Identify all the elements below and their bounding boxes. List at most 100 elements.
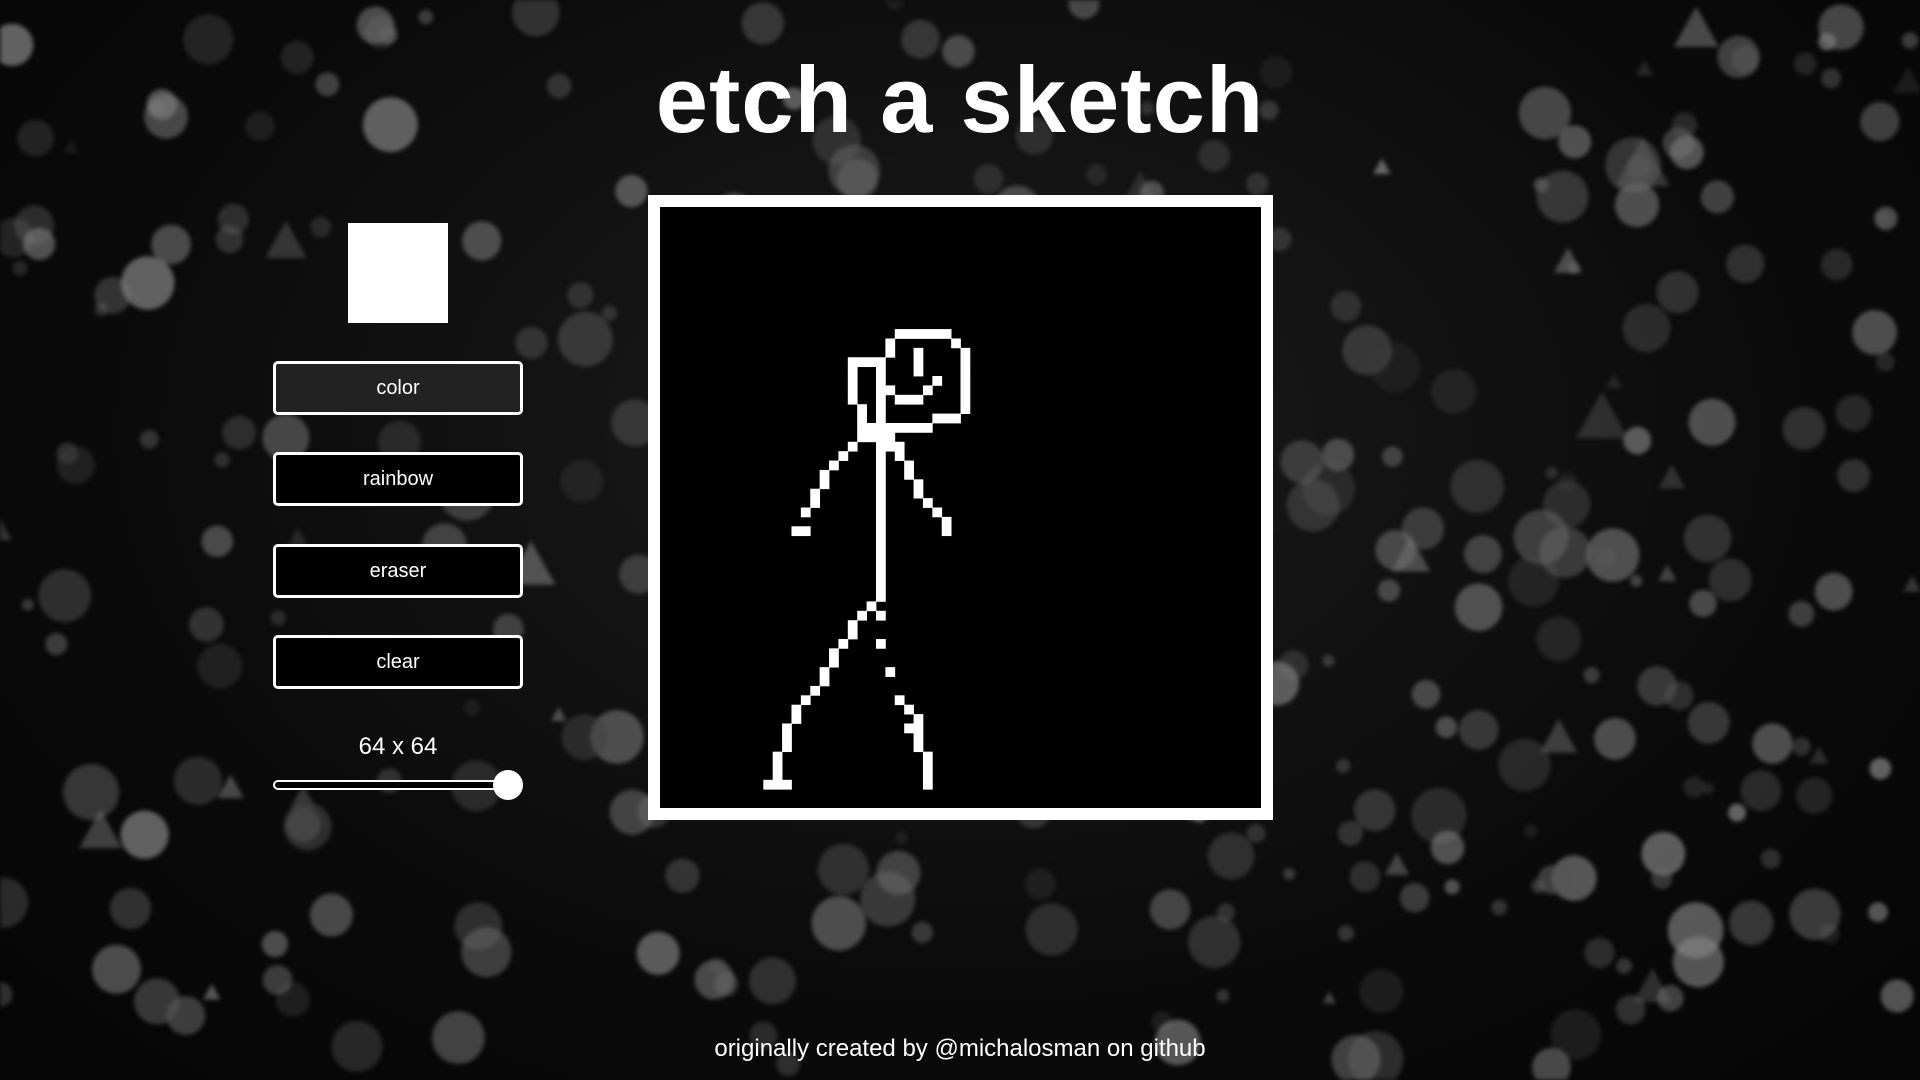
- painted-cell[interactable]: [857, 404, 867, 414]
- painted-cell[interactable]: [904, 394, 914, 405]
- painted-cell[interactable]: [847, 385, 858, 396]
- painted-cell[interactable]: [866, 357, 877, 368]
- painted-cell[interactable]: [922, 422, 933, 433]
- painted-cell[interactable]: [875, 526, 886, 537]
- painted-cell[interactable]: [847, 357, 858, 368]
- slider-thumb[interactable]: [493, 770, 523, 800]
- painted-cell[interactable]: [838, 451, 849, 461]
- painted-cell[interactable]: [913, 366, 924, 377]
- painted-cell[interactable]: [922, 385, 933, 396]
- painted-cell[interactable]: [791, 704, 802, 715]
- painted-cell[interactable]: [866, 422, 877, 433]
- painted-cell[interactable]: [894, 329, 905, 339]
- painted-cell[interactable]: [829, 657, 839, 668]
- painted-cell[interactable]: [810, 685, 821, 696]
- painted-cell[interactable]: [857, 357, 867, 368]
- painted-cell[interactable]: [875, 451, 886, 461]
- painted-cell[interactable]: [875, 545, 886, 555]
- painted-cell[interactable]: [913, 479, 924, 490]
- painted-cell[interactable]: [951, 413, 961, 424]
- painted-cell[interactable]: [913, 422, 924, 433]
- color-mode-button[interactable]: color: [273, 361, 523, 415]
- painted-cell[interactable]: [913, 723, 924, 734]
- painted-cell[interactable]: [800, 526, 811, 537]
- painted-cell[interactable]: [810, 498, 821, 508]
- painted-cell[interactable]: [932, 329, 943, 339]
- painted-cell[interactable]: [791, 526, 802, 537]
- painted-cell[interactable]: [932, 376, 943, 386]
- painted-cell[interactable]: [866, 601, 877, 612]
- painted-cell[interactable]: [913, 357, 924, 368]
- painted-cell[interactable]: [913, 329, 924, 339]
- clear-button[interactable]: clear: [273, 635, 523, 689]
- painted-cell[interactable]: [960, 347, 971, 358]
- painted-cell[interactable]: [960, 404, 971, 414]
- painted-cell[interactable]: [875, 516, 886, 527]
- painted-cell[interactable]: [875, 394, 886, 405]
- painted-cell[interactable]: [875, 376, 886, 386]
- painted-cell[interactable]: [922, 761, 933, 771]
- painted-cell[interactable]: [866, 432, 877, 443]
- painted-cell[interactable]: [819, 469, 830, 480]
- painted-cell[interactable]: [885, 667, 896, 677]
- painted-cell[interactable]: [875, 432, 886, 443]
- painted-cell[interactable]: [857, 413, 867, 424]
- painted-cell[interactable]: [772, 770, 783, 781]
- painted-cell[interactable]: [800, 695, 811, 706]
- eraser-button[interactable]: eraser: [273, 544, 523, 598]
- painted-cell[interactable]: [913, 732, 924, 743]
- painted-cell[interactable]: [922, 329, 933, 339]
- painted-cell[interactable]: [875, 498, 886, 508]
- painted-cell[interactable]: [922, 498, 933, 508]
- painted-cell[interactable]: [819, 479, 830, 490]
- painted-cell[interactable]: [922, 751, 933, 762]
- painted-cell[interactable]: [857, 432, 867, 443]
- rainbow-mode-button[interactable]: rainbow: [273, 452, 523, 506]
- painted-cell[interactable]: [875, 610, 886, 621]
- painted-cell[interactable]: [941, 413, 952, 424]
- painted-cell[interactable]: [875, 469, 886, 480]
- painted-cell[interactable]: [772, 779, 783, 790]
- painted-cell[interactable]: [894, 441, 905, 452]
- painted-cell[interactable]: [847, 620, 858, 630]
- painted-cell[interactable]: [829, 460, 839, 471]
- painted-cell[interactable]: [875, 385, 886, 396]
- painted-cell[interactable]: [885, 338, 896, 349]
- painted-cell[interactable]: [894, 422, 905, 433]
- painted-cell[interactable]: [904, 329, 914, 339]
- painted-cell[interactable]: [875, 638, 886, 649]
- painted-cell[interactable]: [875, 535, 886, 546]
- painted-cell[interactable]: [960, 385, 971, 396]
- painted-cell[interactable]: [960, 394, 971, 405]
- painted-cell[interactable]: [913, 488, 924, 499]
- painted-cell[interactable]: [782, 732, 792, 743]
- painted-cell[interactable]: [782, 779, 792, 790]
- painted-cell[interactable]: [875, 366, 886, 377]
- grid-size-slider[interactable]: [273, 770, 523, 800]
- painted-cell[interactable]: [772, 761, 783, 771]
- painted-cell[interactable]: [857, 422, 867, 433]
- painted-cell[interactable]: [885, 432, 896, 443]
- painted-cell[interactable]: [904, 704, 914, 715]
- painted-cell[interactable]: [932, 507, 943, 518]
- painted-cell[interactable]: [782, 742, 792, 753]
- painted-cell[interactable]: [904, 460, 914, 471]
- painted-cell[interactable]: [875, 563, 886, 574]
- painted-cell[interactable]: [894, 695, 905, 706]
- painted-cell[interactable]: [782, 723, 792, 734]
- painted-cell[interactable]: [960, 376, 971, 386]
- painted-cell[interactable]: [810, 488, 821, 499]
- painted-cell[interactable]: [875, 413, 886, 424]
- painted-cell[interactable]: [885, 441, 896, 452]
- painted-cell[interactable]: [904, 723, 914, 734]
- painted-cell[interactable]: [875, 507, 886, 518]
- painted-cell[interactable]: [960, 366, 971, 377]
- painted-cell[interactable]: [875, 441, 886, 452]
- painted-cell[interactable]: [885, 422, 896, 433]
- sketch-board[interactable]: [648, 195, 1273, 820]
- painted-cell[interactable]: [913, 742, 924, 753]
- painted-cell[interactable]: [847, 394, 858, 405]
- painted-cell[interactable]: [913, 714, 924, 724]
- color-picker-swatch[interactable]: [348, 223, 448, 323]
- painted-cell[interactable]: [800, 507, 811, 518]
